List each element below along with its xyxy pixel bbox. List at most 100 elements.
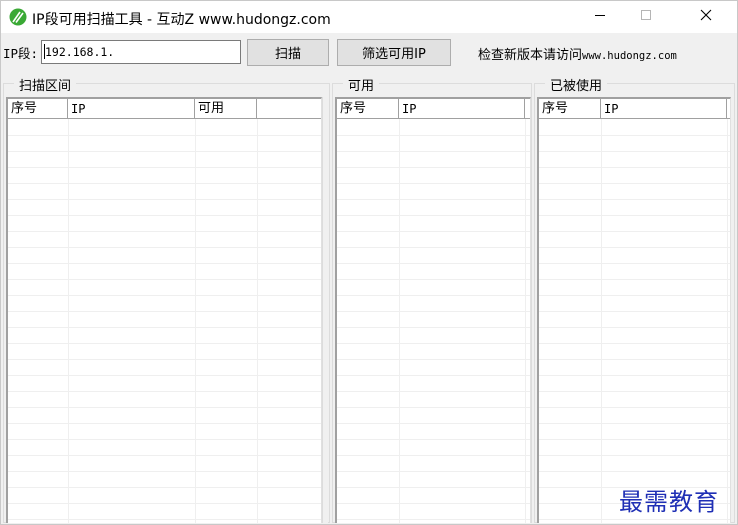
grid-line (8, 471, 321, 472)
grid-line (539, 327, 730, 328)
grid-line (601, 119, 602, 523)
check-update-url: www.hudongz.com (582, 50, 677, 62)
maximize-button[interactable] (623, 1, 669, 33)
close-icon (700, 9, 712, 25)
minimize-icon (594, 9, 606, 25)
grid-line (337, 247, 530, 248)
grid-line (337, 231, 530, 232)
grid-line (337, 311, 530, 312)
grid-line (539, 215, 730, 216)
grid-line (539, 151, 730, 152)
check-update-link[interactable]: 检查新版本请访问www.hudongz.com (478, 44, 677, 63)
grid-line (539, 231, 730, 232)
app-window: IP段可用扫描工具 - 互动Z www.hudongz.com IP段: 192… (0, 0, 738, 525)
grid-line (8, 151, 321, 152)
grid-line (8, 359, 321, 360)
grid-line (539, 391, 730, 392)
grid-line (539, 135, 730, 136)
grid-line (8, 279, 321, 280)
column-header-index[interactable]: 序号 (539, 99, 601, 119)
window-title: IP段可用扫描工具 - 互动Z www.hudongz.com (32, 12, 331, 28)
grid-line (539, 375, 730, 376)
grid-line (539, 183, 730, 184)
grid-line (539, 199, 730, 200)
grid-line (8, 503, 321, 504)
grid-line (337, 151, 530, 152)
filter-available-button[interactable]: 筛选可用IP (337, 39, 451, 66)
available-list[interactable]: 序号 IP (335, 97, 531, 523)
grid-line (539, 167, 730, 168)
available-list-header: 序号 IP (337, 99, 530, 119)
used-list-header: 序号 IP (539, 99, 730, 119)
grid-line (337, 375, 530, 376)
grid-line (525, 119, 526, 523)
ip-range-label: IP段: (3, 46, 39, 61)
grid-line (539, 423, 730, 424)
title-bar[interactable]: IP段可用扫描工具 - 互动Z www.hudongz.com (1, 1, 737, 33)
grid-line (539, 247, 730, 248)
check-update-text: 检查新版本请访问 (478, 48, 583, 63)
grid-line (539, 343, 730, 344)
scan-range-list[interactable]: 序号 IP 可用 (6, 97, 322, 523)
scan-button[interactable]: 扫描 (247, 39, 329, 66)
available-group-title: 可用 (343, 75, 380, 94)
grid-line (8, 407, 321, 408)
used-list-body (539, 119, 730, 523)
grid-line (8, 263, 321, 264)
column-header-empty[interactable] (257, 99, 321, 119)
grid-line (337, 199, 530, 200)
used-list[interactable]: 序号 IP (537, 97, 731, 523)
column-header-index[interactable]: 序号 (337, 99, 399, 119)
grid-line (337, 487, 530, 488)
grid-line (337, 503, 530, 504)
grid-line (8, 423, 321, 424)
grid-line (727, 119, 728, 523)
grid-line (195, 119, 196, 523)
grid-line (8, 375, 321, 376)
minimize-button[interactable] (577, 1, 623, 33)
grid-line (8, 391, 321, 392)
grid-line (8, 439, 321, 440)
grid-line (8, 183, 321, 184)
grid-line (8, 343, 321, 344)
maximize-icon (640, 9, 652, 25)
column-header-available[interactable]: 可用 (195, 99, 257, 119)
scan-range-group-title: 扫描区间 (14, 75, 77, 94)
grid-line (539, 407, 730, 408)
scan-range-list-body (8, 119, 321, 523)
grid-line (337, 359, 530, 360)
grid-line (337, 263, 530, 264)
grid-line (539, 295, 730, 296)
column-header-index[interactable]: 序号 (8, 99, 68, 119)
grid-line (257, 119, 258, 523)
grid-line (539, 439, 730, 440)
grid-line (8, 487, 321, 488)
grid-line (8, 215, 321, 216)
grid-line (539, 519, 730, 520)
grid-line (539, 359, 730, 360)
grid-line (8, 327, 321, 328)
grid-line (8, 519, 321, 520)
grid-line (68, 119, 69, 523)
grid-line (337, 183, 530, 184)
grid-line (337, 327, 530, 328)
grid-line (337, 439, 530, 440)
watermark-text: 最需教育 (619, 488, 719, 516)
grid-line (8, 295, 321, 296)
grid-line (539, 455, 730, 456)
close-button[interactable] (683, 1, 729, 33)
grid-line (8, 199, 321, 200)
grid-line (539, 311, 730, 312)
grid-line (337, 279, 530, 280)
grid-line (399, 119, 400, 523)
grid-line (337, 423, 530, 424)
column-header-ip[interactable]: IP (601, 99, 727, 119)
available-list-body (337, 119, 530, 523)
grid-line (337, 215, 530, 216)
ip-range-input[interactable]: 192.168.1. (41, 40, 241, 64)
column-header-ip[interactable]: IP (68, 99, 195, 119)
column-header-ip[interactable]: IP (399, 99, 525, 119)
grid-line (539, 263, 730, 264)
grid-line (8, 231, 321, 232)
grid-line (337, 471, 530, 472)
